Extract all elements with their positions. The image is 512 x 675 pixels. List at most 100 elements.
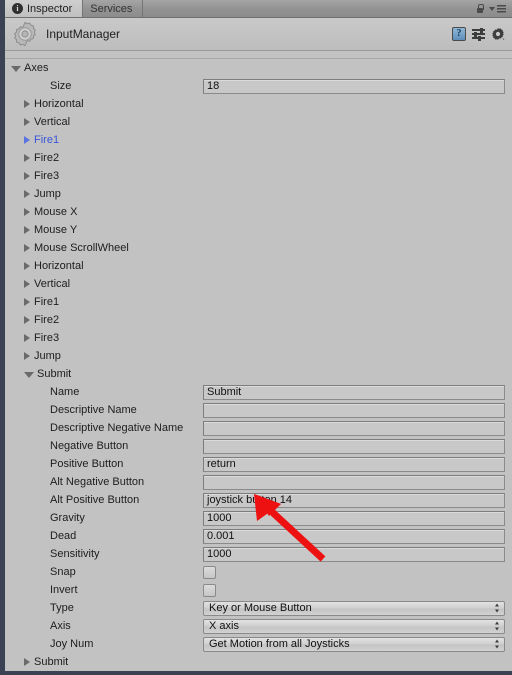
foldout-axis[interactable]: Mouse X (5, 203, 512, 221)
property-label: Descriptive Negative Name (50, 422, 184, 434)
property-row: Dead 0.001 (5, 527, 512, 545)
tab-bar-controls (476, 0, 512, 17)
foldout-axis-label: Vertical (34, 278, 71, 290)
size-input[interactable]: 18 (203, 78, 505, 94)
property-field-wrap (203, 582, 505, 598)
foldout-axis[interactable]: Fire2 (5, 311, 512, 329)
chevron-right-icon (24, 208, 30, 216)
property-input[interactable] (203, 420, 505, 436)
foldout-axis-label: Mouse Y (34, 224, 78, 236)
foldout-axis-label: Vertical (34, 116, 71, 128)
object-header-controls: ? (452, 27, 512, 41)
chevron-right-icon (24, 334, 30, 342)
foldout-submit-expanded[interactable]: Submit (5, 365, 512, 383)
page-title: InputManager (46, 27, 121, 41)
property-label: Invert (50, 584, 78, 596)
property-field-wrap (203, 438, 505, 454)
property-row: Descriptive Negative Name (5, 419, 512, 437)
property-label: Negative Button (50, 440, 129, 452)
tab-inspector[interactable]: i Inspector (5, 0, 84, 17)
chevron-right-icon (24, 172, 30, 180)
property-row: Descriptive Name (5, 401, 512, 419)
foldout-axis-label: Submit (34, 656, 69, 668)
chevron-updown-icon (495, 639, 500, 649)
tab-bar: i Inspector Services (5, 0, 512, 18)
property-field-wrap: 1000 (203, 510, 505, 526)
property-row: Type Key or Mouse Button (5, 599, 512, 617)
foldout-axis-label: Mouse ScrollWheel (34, 242, 129, 254)
foldout-axis[interactable]: Jump (5, 347, 512, 365)
foldout-axes-label: Axes (24, 62, 49, 74)
chevron-right-icon (24, 262, 30, 270)
axis-list: Horizontal Vertical Fire1 Fire2 Fire3 Jump Mou… (5, 95, 512, 365)
foldout-axis[interactable]: Horizontal (5, 95, 512, 113)
foldout-axis-label: Horizontal (34, 98, 84, 110)
chevron-right-icon (24, 298, 30, 306)
property-input[interactable]: 1000 (203, 546, 505, 562)
property-dropdown[interactable]: Key or Mouse Button (203, 600, 505, 616)
property-field-wrap: Submit (203, 384, 505, 400)
property-row: Gravity 1000 (5, 509, 512, 527)
property-row: Sensitivity 1000 (5, 545, 512, 563)
foldout-axis[interactable]: Cancel (5, 671, 512, 675)
property-field-wrap (203, 474, 505, 490)
foldout-axis[interactable]: Submit (5, 653, 512, 671)
foldout-axis[interactable]: Vertical (5, 275, 512, 293)
foldout-axis-label: Mouse X (34, 206, 78, 218)
chevron-right-icon (24, 190, 30, 198)
chevron-right-icon (24, 280, 30, 288)
foldout-axis[interactable]: Fire1 (5, 131, 512, 149)
foldout-axis[interactable]: Horizontal (5, 257, 512, 275)
property-checkbox[interactable] (203, 583, 216, 597)
property-field-wrap: X axis (203, 618, 505, 634)
property-field-wrap (203, 402, 505, 418)
chevron-updown-icon (495, 603, 500, 613)
lock-icon[interactable] (476, 3, 484, 14)
cog-icon (12, 21, 38, 47)
foldout-axis[interactable]: Jump (5, 185, 512, 203)
property-checkbox[interactable] (203, 565, 216, 579)
property-label: Alt Positive Button (50, 494, 140, 506)
property-input[interactable] (203, 438, 505, 454)
chevron-right-icon (24, 244, 30, 252)
property-input[interactable] (203, 474, 505, 490)
property-input[interactable]: return (203, 456, 505, 472)
property-input[interactable] (203, 402, 505, 418)
foldout-axis[interactable]: Fire1 (5, 293, 512, 311)
foldout-axis[interactable]: Mouse Y (5, 221, 512, 239)
chevron-right-icon (24, 118, 30, 126)
property-label: Type (50, 602, 74, 614)
foldout-axis[interactable]: Fire3 (5, 167, 512, 185)
foldout-axes[interactable]: Axes (5, 59, 512, 77)
property-row: Axis X axis (5, 617, 512, 635)
foldout-axis[interactable]: Fire3 (5, 329, 512, 347)
foldout-axis-label: Jump (34, 350, 61, 362)
property-input[interactable]: 1000 (203, 510, 505, 526)
property-row: Positive Button return (5, 455, 512, 473)
property-input[interactable]: Submit (203, 384, 505, 400)
foldout-axis[interactable]: Fire2 (5, 149, 512, 167)
chevron-right-icon (24, 316, 30, 324)
help-book-icon[interactable]: ? (452, 27, 466, 41)
property-row: Name Submit (5, 383, 512, 401)
property-label: Axis (50, 620, 71, 632)
property-dropdown[interactable]: Get Motion from all Joysticks (203, 636, 505, 652)
property-dropdown-value: Key or Mouse Button (209, 602, 312, 614)
foldout-axis[interactable]: Mouse ScrollWheel (5, 239, 512, 257)
property-input[interactable]: 0.001 (203, 528, 505, 544)
size-field-wrap: 18 (203, 78, 505, 94)
foldout-axis[interactable]: Vertical (5, 113, 512, 131)
property-field-wrap (203, 564, 505, 580)
property-field-wrap: 0.001 (203, 528, 505, 544)
foldout-axis-label: Horizontal (34, 260, 84, 272)
tab-services[interactable]: Services (83, 0, 144, 17)
property-dropdown-value: Get Motion from all Joysticks (209, 638, 350, 650)
hamburger-menu-icon[interactable] (489, 4, 506, 13)
property-input[interactable]: joystick button 14 (203, 492, 505, 508)
property-field-wrap: Get Motion from all Joysticks (203, 636, 505, 652)
gear-icon[interactable] (491, 27, 505, 41)
row-size: Size 18 (5, 77, 512, 95)
property-label: Snap (50, 566, 76, 578)
preset-sliders-icon[interactable] (472, 27, 485, 41)
property-dropdown[interactable]: X axis (203, 618, 505, 634)
